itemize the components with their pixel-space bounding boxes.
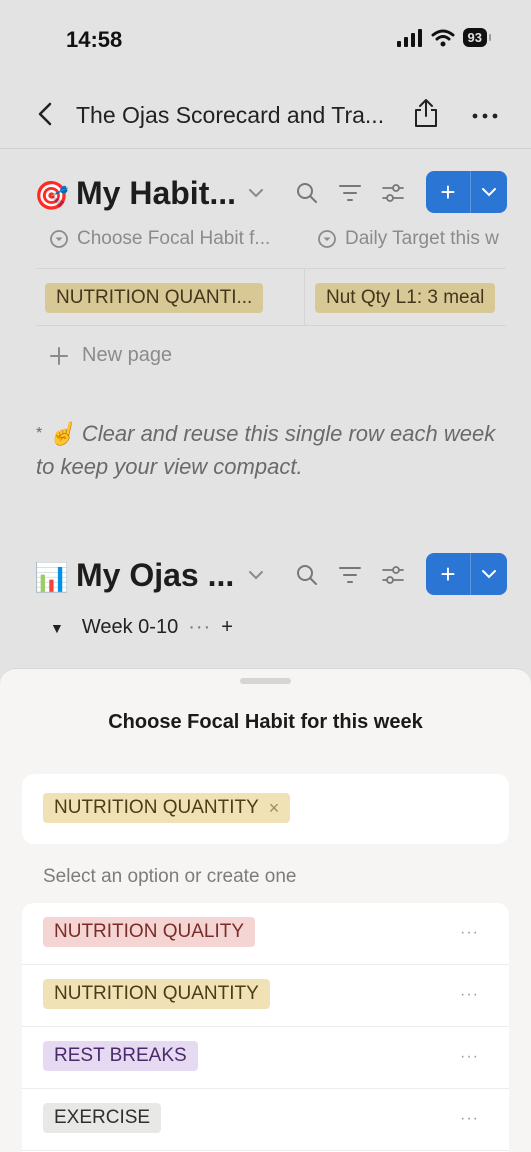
new-options-chevron-icon[interactable] [471, 553, 507, 595]
option-tag[interactable]: NUTRITION QUANTITY [43, 979, 270, 1009]
helper-text: Select an option or create one [43, 866, 297, 887]
filter-icon[interactable] [338, 565, 362, 585]
option-more-icon[interactable]: ··· [460, 986, 479, 1004]
sheet-grabber[interactable] [240, 678, 291, 684]
option-more-icon[interactable]: ··· [460, 924, 479, 942]
pointing-hand-emoji-icon: ☝️ [48, 421, 76, 446]
select-property-icon [318, 230, 336, 248]
option-tag[interactable]: NUTRITION QUALITY [43, 917, 256, 947]
new-page-label: New page [82, 344, 173, 366]
status-icons: 93 [396, 28, 492, 47]
plus-icon [50, 346, 68, 365]
daily-target-tag[interactable]: Nut Qty L1: 3 meal [315, 283, 496, 313]
back-chevron-icon[interactable] [34, 98, 56, 130]
note-asterisk: * [36, 425, 43, 442]
column-header-daily-target[interactable]: Daily Target this w [317, 228, 499, 250]
new-page-button[interactable]: New page [50, 344, 172, 367]
column-header-focal-habit[interactable]: Choose Focal Habit f... [49, 228, 270, 250]
option-row-exercise[interactable]: EXERCISE ··· [22, 1089, 509, 1151]
signal-icon [396, 28, 422, 47]
remove-tag-icon[interactable]: × [269, 798, 280, 819]
status-bar: 14:58 93 [0, 0, 531, 80]
habit-db-title[interactable]: My Habit... [76, 175, 236, 212]
select-property-icon [50, 230, 68, 248]
column-header-label: Daily Target this w [345, 228, 499, 249]
target-emoji-icon: 🎯 [34, 180, 69, 211]
option-tag[interactable]: EXERCISE [43, 1103, 162, 1133]
bar-chart-emoji-icon: 📊 [34, 562, 69, 593]
battery-indicator: 93 [462, 28, 492, 47]
focal-habit-tag[interactable]: NUTRITION QUANTI... [45, 283, 264, 313]
option-row-nutrition-quantity[interactable]: NUTRITION QUANTITY ··· [22, 965, 509, 1027]
more-options-icon[interactable] [471, 112, 499, 120]
share-icon[interactable] [413, 97, 439, 129]
new-options-chevron-icon[interactable] [471, 171, 507, 213]
option-row-rest-breaks[interactable]: REST BREAKS ··· [22, 1027, 509, 1089]
note-text: Clear and reuse this single row each wee… [36, 421, 496, 479]
option-more-icon[interactable]: ··· [460, 1110, 479, 1128]
search-icon[interactable] [295, 181, 319, 205]
page-title: The Ojas Scorecard and Tra... [76, 102, 385, 128]
options-list: NUTRITION QUALITY ··· NUTRITION QUANTITY… [22, 903, 509, 1152]
cell-divider [304, 269, 305, 325]
chevron-down-icon[interactable] [247, 569, 265, 581]
option-row-nutrition-quality[interactable]: NUTRITION QUALITY ··· [22, 903, 509, 965]
table-row[interactable]: NUTRITION QUANTI... Nut Qty L1: 3 meal [36, 268, 506, 326]
nav-divider [0, 148, 531, 149]
selected-tag[interactable]: NUTRITION QUANTITY × [43, 793, 291, 823]
search-icon[interactable] [295, 563, 319, 587]
column-header-label: Choose Focal Habit f... [77, 228, 271, 249]
plus-icon[interactable]: + [426, 553, 471, 595]
column-headers: Choose Focal Habit f... Daily Target thi… [36, 228, 506, 260]
new-entry-button[interactable]: + [426, 553, 507, 595]
option-tag[interactable]: REST BREAKS [43, 1041, 198, 1071]
nav-bar: The Ojas Scorecard and Tra... [0, 88, 531, 144]
filter-icon[interactable] [338, 183, 362, 203]
new-entry-button[interactable]: + [426, 171, 507, 213]
wifi-icon [431, 29, 455, 46]
callout-note: * ☝️ Clear and reuse this single row eac… [36, 417, 496, 483]
scores-db-header: 📊 My Ojas ... + [0, 553, 531, 603]
status-time: 14:58 [66, 27, 123, 52]
sheet-title: Choose Focal Habit for this week [108, 711, 423, 733]
select-option-sheet: Choose Focal Habit for this week NUTRITI… [0, 668, 531, 1152]
view-settings-icon[interactable] [381, 183, 405, 203]
scores-db-title[interactable]: My Ojas ... [76, 557, 234, 594]
option-more-icon[interactable]: ··· [460, 1048, 479, 1066]
chevron-down-icon[interactable] [247, 187, 265, 199]
selected-tag-label: NUTRITION QUANTITY [54, 797, 259, 818]
selected-values-field[interactable]: NUTRITION QUANTITY × [22, 774, 509, 844]
group-add-icon[interactable]: + [221, 616, 233, 639]
collapse-triangle-icon[interactable]: ▼ [50, 620, 64, 636]
plus-icon[interactable]: + [426, 171, 471, 213]
view-settings-icon[interactable] [381, 565, 405, 585]
habit-db-header: 🎯 My Habit... + [0, 171, 531, 221]
group-header-week[interactable]: ▼ Week 0-10 ··· + [50, 616, 233, 639]
group-label: Week 0-10 [81, 616, 179, 638]
group-more-icon[interactable]: ··· [188, 616, 211, 639]
